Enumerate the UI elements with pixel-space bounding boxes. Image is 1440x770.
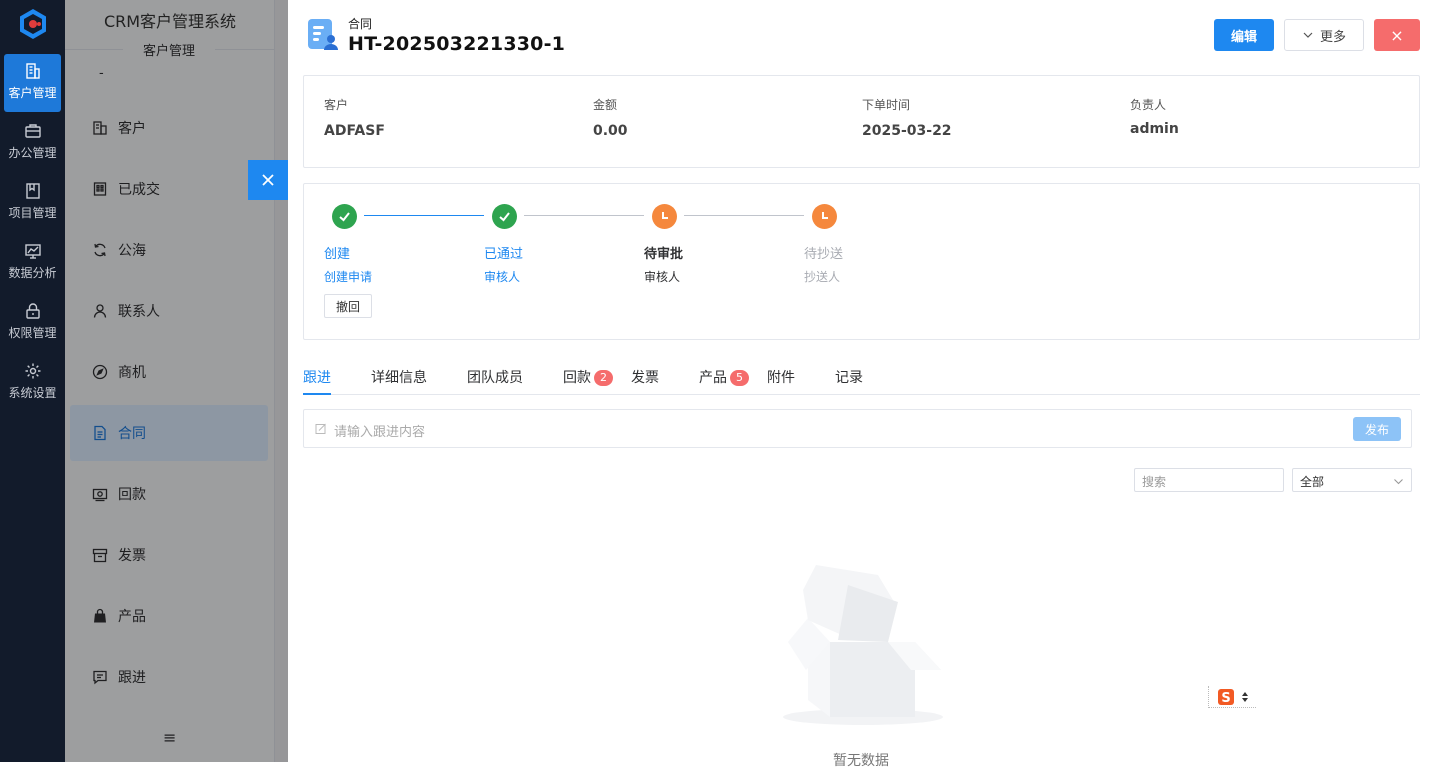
contract-number: HT-202503221330-1	[348, 33, 566, 55]
followup-input[interactable]: 请输入跟进内容 发布	[303, 409, 1412, 448]
step-title: 待审批	[644, 247, 684, 262]
step-title: 待抄送	[804, 247, 844, 262]
rail-item-label: 项目管理	[8, 206, 57, 220]
lock-icon	[25, 303, 40, 319]
ime-toolbar[interactable]: S	[1208, 686, 1256, 708]
rail-item-label: 办公管理	[8, 146, 57, 160]
info-value[interactable]: ADFASF	[324, 123, 385, 139]
tab-payment[interactable]: 回款 2	[563, 367, 613, 395]
rail-item-project[interactable]: 项目管理	[4, 174, 61, 232]
dropdown-arrows-icon	[1241, 691, 1248, 702]
tab-product[interactable]: 产品 5	[699, 367, 749, 395]
step-done-icon	[332, 204, 357, 229]
chart-icon	[24, 244, 41, 259]
edit-icon	[315, 423, 326, 434]
clock-icon	[822, 212, 828, 219]
edit-button[interactable]: 编辑	[1214, 19, 1274, 51]
main-nav-rail: 客户管理 办公管理 项目管理 数据分析 权限管理 系统设置	[0, 0, 65, 762]
drawer-close-tab-button[interactable]	[248, 160, 288, 200]
step-subtitle: 审核人	[644, 270, 681, 284]
followup-placeholder: 请输入跟进内容	[334, 425, 426, 440]
chevron-down-icon	[1394, 479, 1403, 485]
info-label: 负责人	[1130, 98, 1167, 112]
briefcase-icon	[24, 124, 41, 138]
tab-attachments[interactable]: 附件	[767, 367, 795, 395]
info-amount: 金额 0.00	[593, 96, 628, 139]
check-icon	[499, 212, 510, 222]
info-label: 客户	[324, 98, 349, 112]
close-icon	[262, 174, 274, 186]
info-label: 下单时间	[862, 98, 911, 112]
tab-label: 回款	[563, 370, 591, 386]
close-button[interactable]: ×	[1374, 19, 1420, 51]
info-owner: 负责人 admin	[1130, 96, 1179, 137]
rail-item-settings[interactable]: 系统设置	[4, 354, 61, 412]
publish-button[interactable]: 发布	[1353, 417, 1401, 441]
filter-select-value: 全部	[1300, 475, 1325, 489]
rail-item-label: 数据分析	[8, 266, 57, 280]
step-done-icon	[492, 204, 517, 229]
filter-select[interactable]: 全部	[1292, 468, 1412, 492]
tab-invoice[interactable]: 发票	[631, 367, 659, 395]
count-badge: 5	[730, 370, 749, 386]
bookmark-icon	[25, 183, 40, 199]
summary-card: 客户 ADFASF 金额 0.00 下单时间 2025-03-22 负责人 ad…	[303, 75, 1420, 168]
contract-icon	[308, 19, 338, 50]
step-title: 创建	[324, 247, 351, 262]
info-label: 金额	[593, 98, 618, 112]
count-badge: 2	[594, 370, 613, 386]
step-title: 已通过	[484, 247, 524, 262]
detail-tabs: 跟进 详细信息 团队成员 回款 2 发票 产品 5 附件 记录	[303, 362, 1420, 395]
info-order-date: 下单时间 2025-03-22	[862, 96, 952, 139]
sogou-ime-icon: S	[1217, 688, 1234, 706]
info-value: 0.00	[593, 123, 628, 139]
app-logo-icon	[20, 9, 46, 39]
info-value: 2025-03-22	[862, 123, 952, 139]
tab-team[interactable]: 团队成员	[467, 367, 523, 395]
tab-label: 产品	[699, 370, 727, 386]
svg-text:S: S	[1221, 691, 1230, 706]
rail-item-permission[interactable]: 权限管理	[4, 294, 61, 352]
more-button-label: 更多	[1319, 29, 1346, 45]
rail-item-office[interactable]: 办公管理	[4, 114, 61, 172]
tab-followup[interactable]: 跟进	[303, 367, 331, 395]
step-subtitle: 审核人	[484, 270, 521, 284]
rail-item-label: 系统设置	[8, 386, 57, 400]
step-connector	[364, 215, 484, 216]
step-subtitle: 创建申请	[324, 270, 373, 284]
tab-records[interactable]: 记录	[835, 367, 863, 395]
rail-item-label: 权限管理	[8, 326, 57, 340]
contract-detail-drawer: 合同 HT-202503221330-1 编辑 更多 × 客户 ADFASF 金…	[288, 0, 1440, 769]
rail-item-analytics[interactable]: 数据分析	[4, 234, 61, 292]
drawer-mask[interactable]	[65, 0, 288, 762]
more-button[interactable]: 更多	[1284, 19, 1364, 51]
tab-details[interactable]: 详细信息	[371, 367, 427, 395]
step-pending-icon	[652, 204, 677, 229]
info-customer: 客户 ADFASF	[324, 96, 385, 139]
rail-item-label: 客户管理	[8, 86, 57, 100]
approval-flow-card: 创建 已通过 待审批 待抄送 创建申请 审核人 审核人 抄送人 撤回	[303, 183, 1420, 340]
revoke-button[interactable]: 撤回	[324, 294, 372, 318]
empty-state-text: 暂无数据	[833, 753, 889, 769]
rail-item-customer[interactable]: 客户管理	[4, 54, 61, 112]
building-icon	[25, 63, 40, 79]
clock-icon	[662, 212, 668, 219]
record-type-label: 合同	[348, 17, 373, 31]
empty-box-illustration	[783, 565, 943, 725]
step-pending-icon	[812, 204, 837, 229]
info-value: admin	[1130, 121, 1179, 137]
chevron-down-icon	[1303, 32, 1313, 38]
step-connector	[684, 215, 804, 216]
gear-icon	[25, 363, 40, 379]
step-connector	[524, 215, 644, 216]
search-input[interactable]: 搜索	[1134, 468, 1284, 492]
step-subtitle: 抄送人	[804, 270, 841, 284]
check-icon	[339, 212, 350, 222]
